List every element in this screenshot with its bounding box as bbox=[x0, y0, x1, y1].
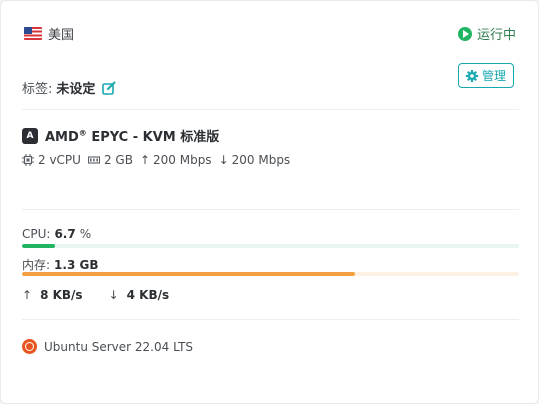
cpu-usage: CPU: 6.7 % bbox=[22, 227, 91, 241]
spec-upload: ↑ 200 Mbps bbox=[139, 153, 212, 167]
divider bbox=[22, 319, 519, 320]
memory-progress-bar bbox=[22, 272, 519, 276]
spec-memory: 2 GB bbox=[87, 153, 133, 167]
memory-progress-fill bbox=[22, 272, 355, 276]
edit-icon[interactable] bbox=[102, 81, 116, 95]
amd-logo-icon: A bbox=[22, 127, 38, 144]
cpu-unit: % bbox=[79, 227, 92, 241]
divider bbox=[22, 209, 519, 210]
spec-cpu: 2 vCPU bbox=[22, 153, 81, 167]
memory-usage: 内存: 1.3 GB bbox=[22, 256, 98, 273]
memory-value: 1.3 GB bbox=[54, 257, 99, 272]
status-indicator: 运行中 bbox=[458, 24, 516, 43]
arrow-up-icon: ↑ bbox=[22, 288, 33, 302]
download-speed: 4 KB/s bbox=[126, 288, 170, 302]
manage-button[interactable]: 管理 bbox=[458, 63, 514, 88]
tags-row: 标签: 未设定 bbox=[22, 78, 116, 97]
server-title: A AMD® EPYC - KVM 标准版 bbox=[22, 126, 219, 145]
tags-label: 标签: bbox=[22, 82, 53, 97]
cpu-progress-bar bbox=[22, 244, 519, 248]
us-flag-icon bbox=[24, 27, 42, 40]
region-name: 美国 bbox=[48, 28, 75, 43]
cpu-value: 6.7 bbox=[54, 227, 76, 241]
cpu-label: CPU: bbox=[22, 227, 51, 241]
arrow-up-icon: ↑ bbox=[139, 153, 150, 167]
server-card: 美国 运行中 标签: 未设定 管理 A AMD® EPYC - KVM 标准版 … bbox=[0, 0, 539, 404]
memory-label: 内存: bbox=[22, 258, 51, 272]
cpu-name: AMD® EPYC - KVM 标准版 bbox=[45, 128, 220, 145]
manage-label: 管理 bbox=[481, 69, 506, 83]
status-label: 运行中 bbox=[477, 28, 517, 43]
server-specs: 2 vCPU 2 GB ↑ 200 Mbps ↓ 200 Mbps bbox=[22, 153, 297, 167]
gear-icon bbox=[465, 69, 478, 82]
os-name: Ubuntu Server 22.04 LTS bbox=[44, 339, 194, 354]
tags-value: 未设定 bbox=[56, 82, 96, 97]
spec-download: ↓ 200 Mbps bbox=[218, 153, 291, 167]
cpu-chip-icon bbox=[22, 154, 34, 166]
cpu-progress-fill bbox=[22, 244, 56, 248]
memory-icon bbox=[87, 156, 100, 164]
upload-speed: 8 KB/s bbox=[40, 288, 83, 302]
arrow-down-icon: ↓ bbox=[108, 288, 119, 302]
os-info: Ubuntu Server 22.04 LTS bbox=[22, 339, 193, 354]
network-speed: ↑ 8 KB/s ↓ 4 KB/s bbox=[22, 288, 169, 302]
play-icon bbox=[458, 26, 472, 41]
region: 美国 bbox=[24, 24, 74, 43]
divider bbox=[22, 109, 519, 110]
ubuntu-icon bbox=[22, 339, 37, 354]
arrow-down-icon: ↓ bbox=[218, 153, 229, 167]
